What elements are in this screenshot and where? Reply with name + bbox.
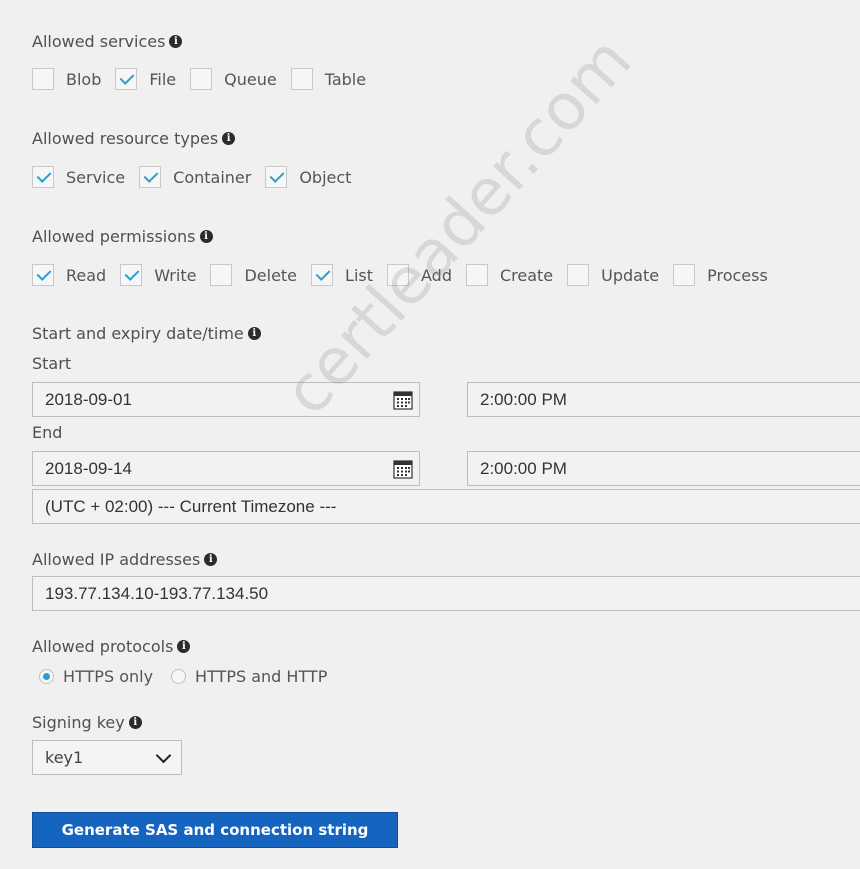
info-icon[interactable]: i bbox=[128, 716, 142, 729]
checkbox-box[interactable] bbox=[210, 264, 233, 286]
info-icon[interactable]: i bbox=[222, 132, 236, 145]
checkbox-label: Write bbox=[154, 265, 197, 285]
timezone-select[interactable]: (UTC + 02:00) --- Current Timezone --- bbox=[32, 489, 860, 524]
checkbox-label: Table bbox=[324, 69, 367, 89]
radio-button[interactable] bbox=[39, 669, 54, 684]
start-expiry-label: Start and expiry date/time i bbox=[32, 324, 261, 343]
radio-https-and-http[interactable]: HTTPS and HTTP bbox=[171, 667, 327, 686]
checkbox-service[interactable]: Service bbox=[32, 166, 125, 188]
checkbox-table[interactable]: Table bbox=[290, 68, 367, 90]
radio-label: HTTPS only bbox=[63, 667, 154, 686]
radio-button[interactable] bbox=[171, 669, 187, 684]
start-time-value: 2:00:00 PM bbox=[480, 389, 567, 409]
checkbox-label: File bbox=[149, 69, 177, 89]
allowed-resource-types-text: Allowed resource types bbox=[32, 129, 219, 148]
allowed-protocols-label: Allowed protocols i bbox=[32, 637, 191, 656]
checkbox-label: Object bbox=[299, 167, 352, 187]
allowed-ip-text: Allowed IP addresses bbox=[32, 550, 201, 569]
end-time-input[interactable]: 2:00:00 PM bbox=[467, 451, 860, 486]
checkbox-blob[interactable]: Blob bbox=[32, 68, 101, 90]
checkbox-label: Process bbox=[707, 265, 768, 285]
checkbox-box[interactable] bbox=[311, 264, 334, 286]
checkbox-label: Delete bbox=[244, 265, 298, 285]
start-date-value: 2018-09-01 bbox=[45, 389, 132, 409]
checkbox-create[interactable]: Create bbox=[465, 264, 554, 286]
calendar-icon[interactable] bbox=[393, 390, 413, 410]
generate-sas-button[interactable]: Generate SAS and connection string bbox=[32, 812, 398, 848]
checkbox-box[interactable] bbox=[115, 68, 138, 90]
checkbox-box[interactable] bbox=[139, 166, 162, 188]
allowed-protocols-text: Allowed protocols bbox=[32, 637, 174, 656]
resource-types-checkbox-group: Service Container Object bbox=[32, 166, 365, 188]
signing-key-value: key1 bbox=[45, 748, 84, 767]
checkbox-label: Queue bbox=[224, 69, 277, 89]
checkbox-label: Container bbox=[173, 167, 252, 187]
allowed-resource-types-label: Allowed resource types i bbox=[32, 129, 236, 148]
checkbox-container[interactable]: Container bbox=[139, 166, 251, 188]
checkbox-add[interactable]: Add bbox=[387, 264, 452, 286]
checkbox-box[interactable] bbox=[265, 166, 288, 188]
checkbox-label: Read bbox=[66, 265, 107, 285]
checkbox-file[interactable]: File bbox=[115, 68, 176, 90]
checkbox-box[interactable] bbox=[290, 68, 313, 90]
allowed-ip-label: Allowed IP addresses i bbox=[32, 550, 218, 569]
info-icon[interactable]: i bbox=[204, 553, 218, 566]
checkbox-read[interactable]: Read bbox=[32, 264, 106, 286]
checkbox-write[interactable]: Write bbox=[120, 264, 196, 286]
signing-key-label: Signing key i bbox=[32, 713, 142, 732]
signing-key-select[interactable]: key1 bbox=[32, 740, 182, 775]
checkbox-box[interactable] bbox=[32, 68, 54, 90]
checkbox-label: Service bbox=[66, 167, 126, 187]
checkbox-label: Create bbox=[499, 265, 554, 285]
ip-address-input[interactable]: 193.77.134.10-193.77.134.50 bbox=[32, 576, 860, 611]
radio-label: HTTPS and HTTP bbox=[195, 667, 328, 686]
checkbox-label: List bbox=[345, 265, 373, 285]
checkbox-box[interactable] bbox=[465, 264, 488, 286]
checkbox-box[interactable] bbox=[567, 264, 590, 286]
start-time-input[interactable]: 2:00:00 PM bbox=[467, 382, 860, 417]
protocols-radio-group: HTTPS only HTTPS and HTTP bbox=[39, 667, 345, 686]
end-label: End bbox=[32, 423, 63, 442]
start-label: Start bbox=[32, 354, 72, 373]
checkbox-box[interactable] bbox=[190, 68, 213, 90]
start-date-input[interactable]: 2018-09-01 bbox=[32, 382, 420, 417]
signing-key-text: Signing key bbox=[32, 713, 125, 732]
allowed-services-label: Allowed services i bbox=[32, 32, 183, 51]
checkbox-label: Update bbox=[601, 265, 660, 285]
checkbox-update[interactable]: Update bbox=[567, 264, 659, 286]
end-time-value: 2:00:00 PM bbox=[480, 458, 567, 478]
chevron-down-icon bbox=[155, 747, 172, 763]
info-icon[interactable]: i bbox=[177, 640, 191, 653]
start-expiry-text: Start and expiry date/time bbox=[32, 324, 244, 343]
checkbox-box[interactable] bbox=[32, 264, 54, 286]
end-date-value: 2018-09-14 bbox=[45, 458, 132, 478]
checkbox-queue[interactable]: Queue bbox=[190, 68, 277, 90]
info-icon[interactable]: i bbox=[247, 327, 261, 340]
allowed-permissions-label: Allowed permissions i bbox=[32, 227, 213, 246]
checkbox-box[interactable] bbox=[120, 264, 143, 286]
allowed-services-text: Allowed services bbox=[32, 32, 166, 51]
end-date-input[interactable]: 2018-09-14 bbox=[32, 451, 420, 486]
timezone-value: (UTC + 02:00) --- Current Timezone --- bbox=[45, 496, 337, 516]
checkbox-delete[interactable]: Delete bbox=[210, 264, 297, 286]
checkbox-object[interactable]: Object bbox=[265, 166, 351, 188]
checkbox-label: Blob bbox=[66, 69, 102, 89]
radio-https-only[interactable]: HTTPS only bbox=[39, 667, 153, 686]
calendar-icon[interactable] bbox=[393, 459, 413, 479]
permissions-checkbox-group: Read Write Delete List Add Create Update… bbox=[32, 264, 782, 286]
checkbox-list[interactable]: List bbox=[311, 264, 373, 286]
checkbox-label: Add bbox=[421, 265, 452, 285]
info-icon[interactable]: i bbox=[169, 35, 183, 48]
ip-address-value: 193.77.134.10-193.77.134.50 bbox=[45, 583, 269, 603]
allowed-permissions-text: Allowed permissions bbox=[32, 227, 196, 246]
checkbox-process[interactable]: Process bbox=[673, 264, 768, 286]
services-checkbox-group: Blob File Queue Table bbox=[32, 68, 380, 90]
info-icon[interactable]: i bbox=[199, 230, 213, 243]
checkbox-box[interactable] bbox=[32, 166, 54, 188]
checkbox-box[interactable] bbox=[387, 264, 409, 286]
checkbox-box[interactable] bbox=[673, 264, 696, 286]
